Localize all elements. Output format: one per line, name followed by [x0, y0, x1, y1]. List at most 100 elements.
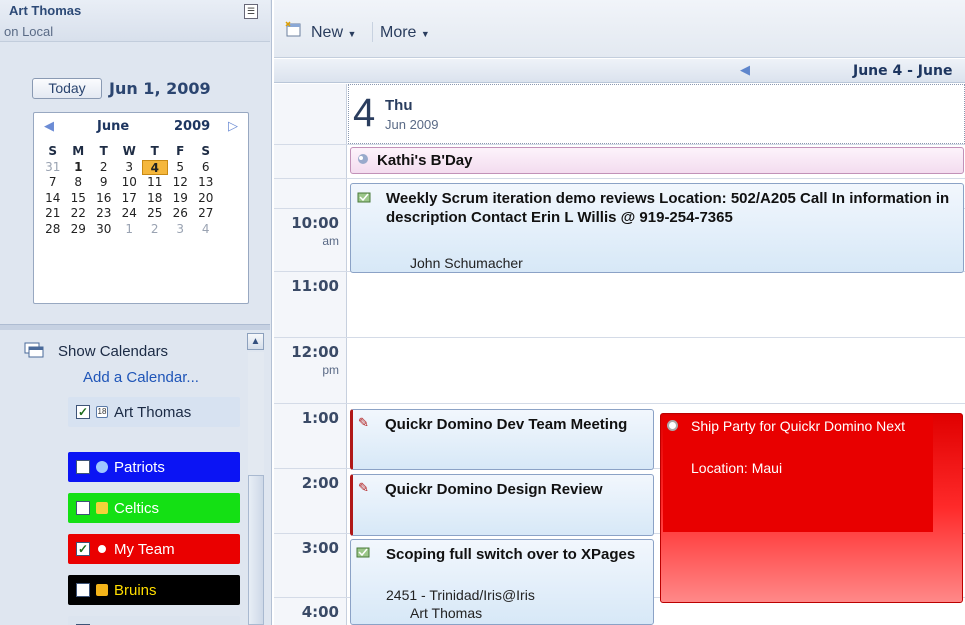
time-label: 1:00 [301, 409, 339, 427]
mini-calendar-day[interactable]: 13 [193, 175, 219, 191]
mini-calendar-week-row: 14 15 16 17 18 19 20 [40, 191, 244, 207]
mini-calendar-day[interactable]: 5 [168, 160, 194, 176]
scroll-up-icon[interactable]: ▲ [247, 333, 264, 350]
mini-calendar-day[interactable]: 1 [117, 222, 143, 238]
time-label: 12:00 [291, 343, 339, 361]
calendar-item-patriots[interactable]: Patriots [68, 452, 240, 482]
mini-calendar-day[interactable]: 1 [66, 160, 92, 176]
mini-calendar-day[interactable]: 24 [117, 206, 143, 222]
calendar-feed-icon [96, 502, 108, 514]
mini-calendar-day[interactable]: 31 [40, 160, 66, 176]
time-label: 10:00 [291, 214, 339, 232]
dow-label: S [48, 144, 58, 158]
mini-calendar-day[interactable]: 18 [142, 191, 168, 207]
mini-calendar-day[interactable]: 21 [40, 206, 66, 222]
dow-label: T [150, 144, 159, 158]
event-weekly-scrum[interactable]: Weekly Scrum iteration demo reviews Loca… [350, 183, 964, 273]
owner-location: on Local [4, 24, 54, 39]
hour-gridline [274, 337, 965, 338]
event-quickr-dev-meeting[interactable]: ✎ Quickr Domino Dev Team Meeting [350, 409, 654, 470]
ampm-label: am [322, 234, 339, 248]
mini-calendar-day[interactable]: 20 [193, 191, 219, 207]
mini-calendar-day[interactable]: 7 [40, 175, 66, 191]
event-scoping-xpages[interactable]: Scoping full switch over to XPages 2451 … [350, 539, 654, 625]
mini-calendar-day[interactable]: 28 [40, 222, 66, 238]
prev-month-arrow-icon[interactable]: ◀ [44, 118, 54, 134]
calendar-name: Bruins [114, 581, 157, 599]
mini-calendar-day[interactable]: 26 [168, 206, 194, 222]
mini-calendar-month[interactable]: June [97, 119, 129, 134]
current-date: Jun 1, 2009 [109, 79, 211, 98]
event-chair: Art Thomas [410, 605, 483, 621]
mini-calendar-day[interactable]: 3 [117, 160, 143, 176]
show-calendars-label: Show Calendars [58, 343, 169, 360]
mini-calendar-week-row: 31 1 2 3 4 5 6 [40, 159, 244, 176]
mini-calendar-day[interactable]: 8 [66, 175, 92, 191]
checkbox-unchecked-icon[interactable] [76, 501, 90, 515]
new-entry-icon[interactable] [284, 21, 302, 37]
mini-calendar-day[interactable]: 29 [66, 222, 92, 238]
day-name: Thu [385, 97, 413, 114]
today-button[interactable]: Today [32, 78, 102, 99]
time-label: 11:00 [291, 277, 339, 295]
mini-calendar-day[interactable]: 4 [193, 222, 219, 238]
mini-calendar-day[interactable]: 12 [168, 175, 194, 191]
event-quickr-design-review[interactable]: ✎ Quickr Domino Design Review [350, 474, 654, 536]
mini-calendar-day[interactable]: 3 [168, 222, 194, 238]
ampm-label: pm [322, 363, 339, 377]
scrollbar-thumb[interactable] [248, 475, 264, 625]
mini-calendar-day[interactable]: 16 [91, 191, 117, 207]
owner-details-icon[interactable]: ☰ [244, 4, 258, 19]
mini-calendar-day[interactable]: 15 [66, 191, 92, 207]
prev-range-arrow-icon[interactable]: ◀ [740, 62, 750, 78]
calendar-item-celtics[interactable]: Celtics [68, 493, 240, 523]
toolbar-separator [372, 22, 373, 42]
mini-calendar-day[interactable]: 30 [91, 222, 117, 238]
pane-splitter[interactable] [0, 324, 270, 330]
mini-calendar-day[interactable]: 25 [142, 206, 168, 222]
event-title: Scoping full switch over to XPages [386, 546, 636, 563]
mini-calendar-week-row: 28 29 30 1 2 3 4 [40, 222, 244, 238]
mini-calendar-day[interactable]: 23 [91, 206, 117, 222]
calendar-item-art-thomas[interactable]: ✓ 18 Art Thomas [68, 397, 240, 427]
calendar-item-partial[interactable] [68, 616, 240, 625]
next-month-arrow-icon[interactable]: ▷ [228, 118, 238, 134]
calendar-name: Patriots [114, 458, 165, 476]
checkbox-unchecked-icon[interactable] [76, 460, 90, 474]
day-header[interactable]: 4 Thu Jun 2009 [348, 84, 965, 144]
mini-calendar-day[interactable]: 17 [117, 191, 143, 207]
event-ship-party[interactable]: Ship Party for Quickr Domino Next Locati… [660, 413, 963, 603]
mini-calendar-day[interactable]: 2 [142, 222, 168, 238]
event-chair: John Schumacher [410, 255, 523, 271]
pencil-icon: ✎ [358, 480, 369, 495]
new-button[interactable]: New ▼ [311, 24, 356, 42]
mini-calendar-day[interactable]: 9 [91, 175, 117, 191]
mini-calendar-year[interactable]: 2009 [174, 119, 210, 134]
dow-label: F [176, 144, 185, 158]
meeting-icon [357, 192, 371, 203]
mini-calendar-day[interactable]: 2 [91, 160, 117, 176]
event-title: Quickr Domino Design Review [385, 481, 603, 498]
checkbox-checked-icon[interactable]: ✓ [76, 405, 90, 419]
calendar-name: Celtics [114, 499, 160, 517]
hour-gridline [274, 403, 965, 404]
checkbox-unchecked-icon[interactable] [76, 583, 90, 597]
checkbox-checked-icon[interactable]: ✓ [76, 542, 90, 556]
add-calendar-link[interactable]: Add a Calendar... [83, 369, 199, 386]
event-birthday[interactable]: Kathi's B'Day [350, 147, 964, 174]
event-title: Kathi's B'Day [377, 152, 473, 169]
calendar-item-my-team[interactable]: ✓ My Team [68, 534, 240, 564]
mini-calendar-day[interactable]: 19 [168, 191, 194, 207]
event-title: Weekly Scrum iteration demo reviews Loca… [386, 190, 950, 226]
mini-calendar-day[interactable]: 22 [66, 206, 92, 222]
mini-calendar-day[interactable]: 11 [142, 175, 168, 191]
mini-calendar-day[interactable]: 6 [193, 160, 219, 176]
mini-calendar-day[interactable]: 27 [193, 206, 219, 222]
calendar-owner-header: Art Thomas on Local ☰ [0, 0, 270, 42]
mini-calendar-day[interactable]: 10 [117, 175, 143, 191]
calendar-item-bruins[interactable]: Bruins [68, 575, 240, 605]
mini-calendar-day[interactable]: 4 [142, 159, 168, 175]
pencil-icon: ✎ [358, 415, 369, 430]
more-button[interactable]: More ▼ [380, 24, 430, 42]
mini-calendar-day[interactable]: 14 [40, 191, 66, 207]
